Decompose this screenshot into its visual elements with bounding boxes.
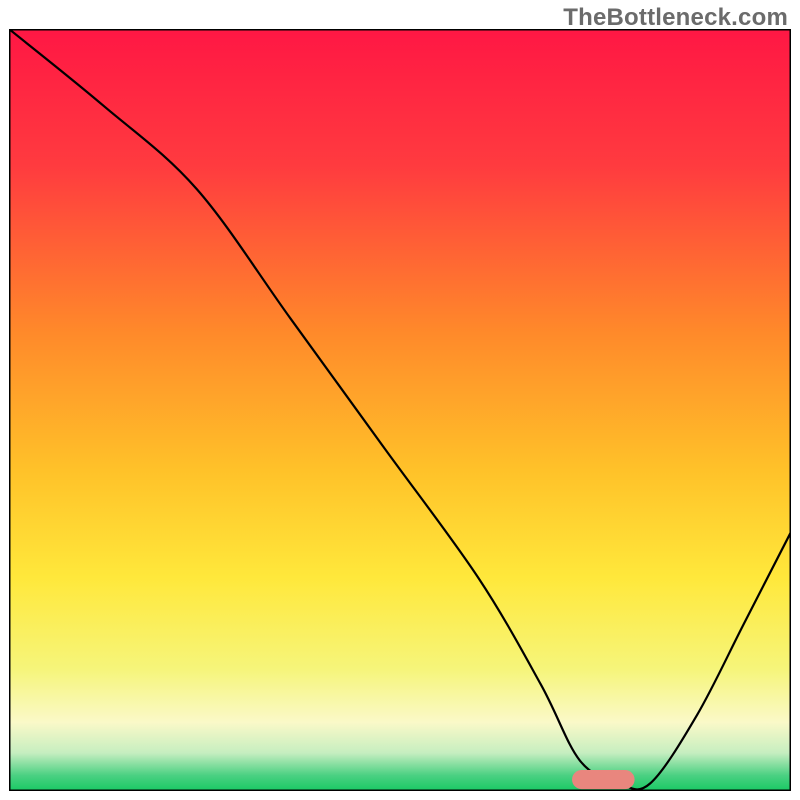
optimal-point-marker (572, 770, 635, 789)
plot-background (9, 29, 791, 791)
bottleneck-chart (9, 29, 791, 791)
watermark-text: TheBottleneck.com (563, 4, 788, 32)
chart-frame (9, 29, 791, 791)
